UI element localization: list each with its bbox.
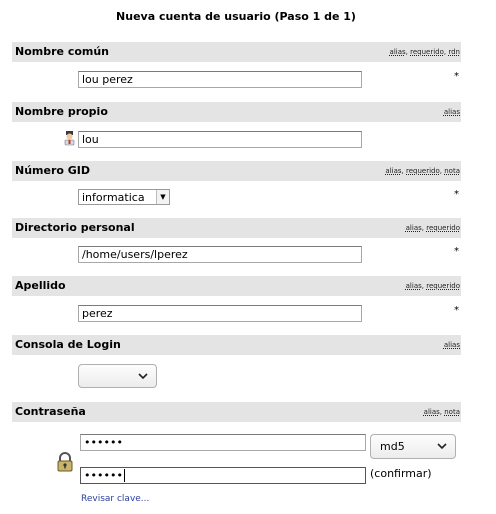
surname-input[interactable]: perez [78,305,362,322]
check-password-link[interactable]: Revisar clave... [81,494,149,504]
meta-alias-link[interactable]: alias [406,224,422,232]
meta-note-link[interactable]: nota [444,167,460,175]
common-name-input[interactable]: lou perez [78,71,362,88]
section-meta: alias, requerido [405,282,460,290]
section-header-login-shell: Consola de Login alias [12,335,461,355]
password-confirm-input[interactable]: •••••• [80,467,366,484]
meta-required-link[interactable]: requerido [426,224,460,232]
home-directory-input[interactable]: /home/users/lperez [78,246,362,263]
section-label: Contraseña [15,405,86,418]
section-meta: alias, nota [423,408,460,416]
required-mark: * [454,305,459,316]
section-header-gid: Número GID alias, requerido, nota [12,161,461,181]
section-label: Apellido [15,279,66,292]
user-avatar-icon [63,131,76,147]
meta-alias-link[interactable]: alias [444,108,460,116]
given-name-input[interactable]: lou [78,131,362,148]
meta-required-link[interactable]: requerido [410,48,444,56]
password-hash-select[interactable]: md5 [370,434,456,459]
section-meta: alias, requerido, rdn [389,48,460,56]
section-label: Nombre común [15,45,110,58]
meta-alias-link[interactable]: alias [385,167,401,175]
required-mark: * [454,189,459,200]
dropdown-arrow-icon: ▼ [156,190,169,204]
meta-required-link[interactable]: requerido [406,167,440,175]
meta-alias-link[interactable]: alias [390,48,406,56]
padlock-icon [56,452,74,472]
text-cursor [123,469,125,482]
section-label: Número GID [15,164,91,177]
section-meta: alias, requerido, nota [385,167,460,175]
section-header-surname: Apellido alias, requerido [12,276,461,296]
password-confirm-value: •••••• [84,469,123,482]
section-label: Nombre propio [15,105,108,118]
section-meta: alias [444,108,460,116]
meta-rdn-link[interactable]: rdn [448,48,460,56]
section-label: Consola de Login [15,338,121,351]
meta-required-link[interactable]: requerido [426,282,460,290]
meta-note-link[interactable]: nota [444,408,460,416]
password-input[interactable]: •••••• [80,434,366,451]
meta-alias-link[interactable]: alias [444,341,460,349]
chevron-down-icon [138,373,148,380]
page-title: Nueva cuenta de usuario (Paso 1 de 1) [116,10,356,23]
chevron-down-icon [437,443,447,450]
login-shell-select[interactable] [78,364,157,388]
meta-alias-link[interactable]: alias [406,282,422,290]
meta-alias-link[interactable]: alias [424,408,440,416]
section-header-password: Contraseña alias, nota [12,402,461,422]
section-header-common-name: Nombre común alias, requerido, rdn [12,42,461,62]
confirm-label: (confirmar) [370,467,432,480]
section-label: Directorio personal [15,221,135,234]
section-meta: alias [444,341,460,349]
section-meta: alias, requerido [405,224,460,232]
password-hash-value: md5 [380,440,405,453]
gid-select-value: informatica [82,191,145,204]
required-mark: * [454,71,459,82]
required-mark: * [454,246,459,257]
gid-select[interactable]: informatica ▼ [78,189,170,205]
section-header-home-directory: Directorio personal alias, requerido [12,218,461,238]
section-header-given-name: Nombre propio alias [12,102,461,122]
